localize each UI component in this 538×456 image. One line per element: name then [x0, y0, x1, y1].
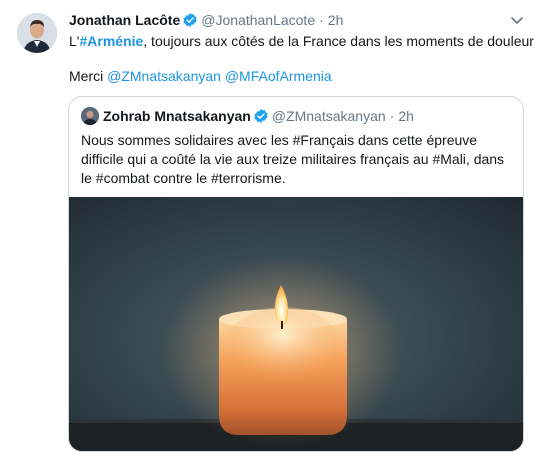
tweet-text-line2: Merci @ZMnatsakanyan @MFAofArmenia — [69, 67, 332, 85]
quoted-tweet-header: Zohrab Mnatsakanyan @ZMnatsakanyan · 2h — [103, 107, 414, 128]
verified-badge-icon — [253, 108, 269, 128]
author-handle[interactable]: @JonathanLacote — [201, 12, 315, 28]
tweet-header: Jonathan Lacôte @JonathanLacote · 2h — [69, 11, 343, 29]
thanks-text: Merci — [69, 68, 108, 84]
hashtag-armenie[interactable]: #Arménie — [79, 33, 143, 49]
separator-dot: · — [319, 12, 324, 28]
tweet-text-line1: L'#Arménie, toujours aux côtés de la Fra… — [69, 32, 534, 50]
mention-zmnatsakanyan[interactable]: @ZMnatsakanyan — [107, 68, 221, 84]
text-prefix: L' — [69, 33, 80, 49]
quoted-tweet-card[interactable]: Zohrab Mnatsakanyan @ZMnatsakanyan · 2h Nou… — [68, 96, 524, 452]
separator-dot: · — [389, 108, 395, 124]
author-avatar[interactable] — [17, 13, 57, 53]
quoted-author-handle: @ZMnatsakanyan — [271, 108, 386, 124]
candle-photo[interactable] — [69, 197, 523, 451]
tweet-timestamp[interactable]: 2h — [328, 12, 344, 28]
quoted-tweet-timestamp: 2h — [398, 108, 414, 124]
verified-badge-icon — [182, 12, 198, 32]
text-rest: , toujours aux côtés de la France dans l… — [143, 33, 534, 49]
quoted-author-avatar — [81, 107, 99, 125]
chevron-down-icon[interactable] — [509, 12, 525, 28]
quoted-author-name[interactable]: Zohrab Mnatsakanyan — [103, 108, 251, 124]
mention-mfaofarmenia[interactable]: @MFAofArmenia — [225, 68, 332, 84]
author-name[interactable]: Jonathan Lacôte — [69, 12, 180, 28]
quoted-tweet-text: Nous sommes solidaires avec les #Françai… — [81, 132, 505, 186]
